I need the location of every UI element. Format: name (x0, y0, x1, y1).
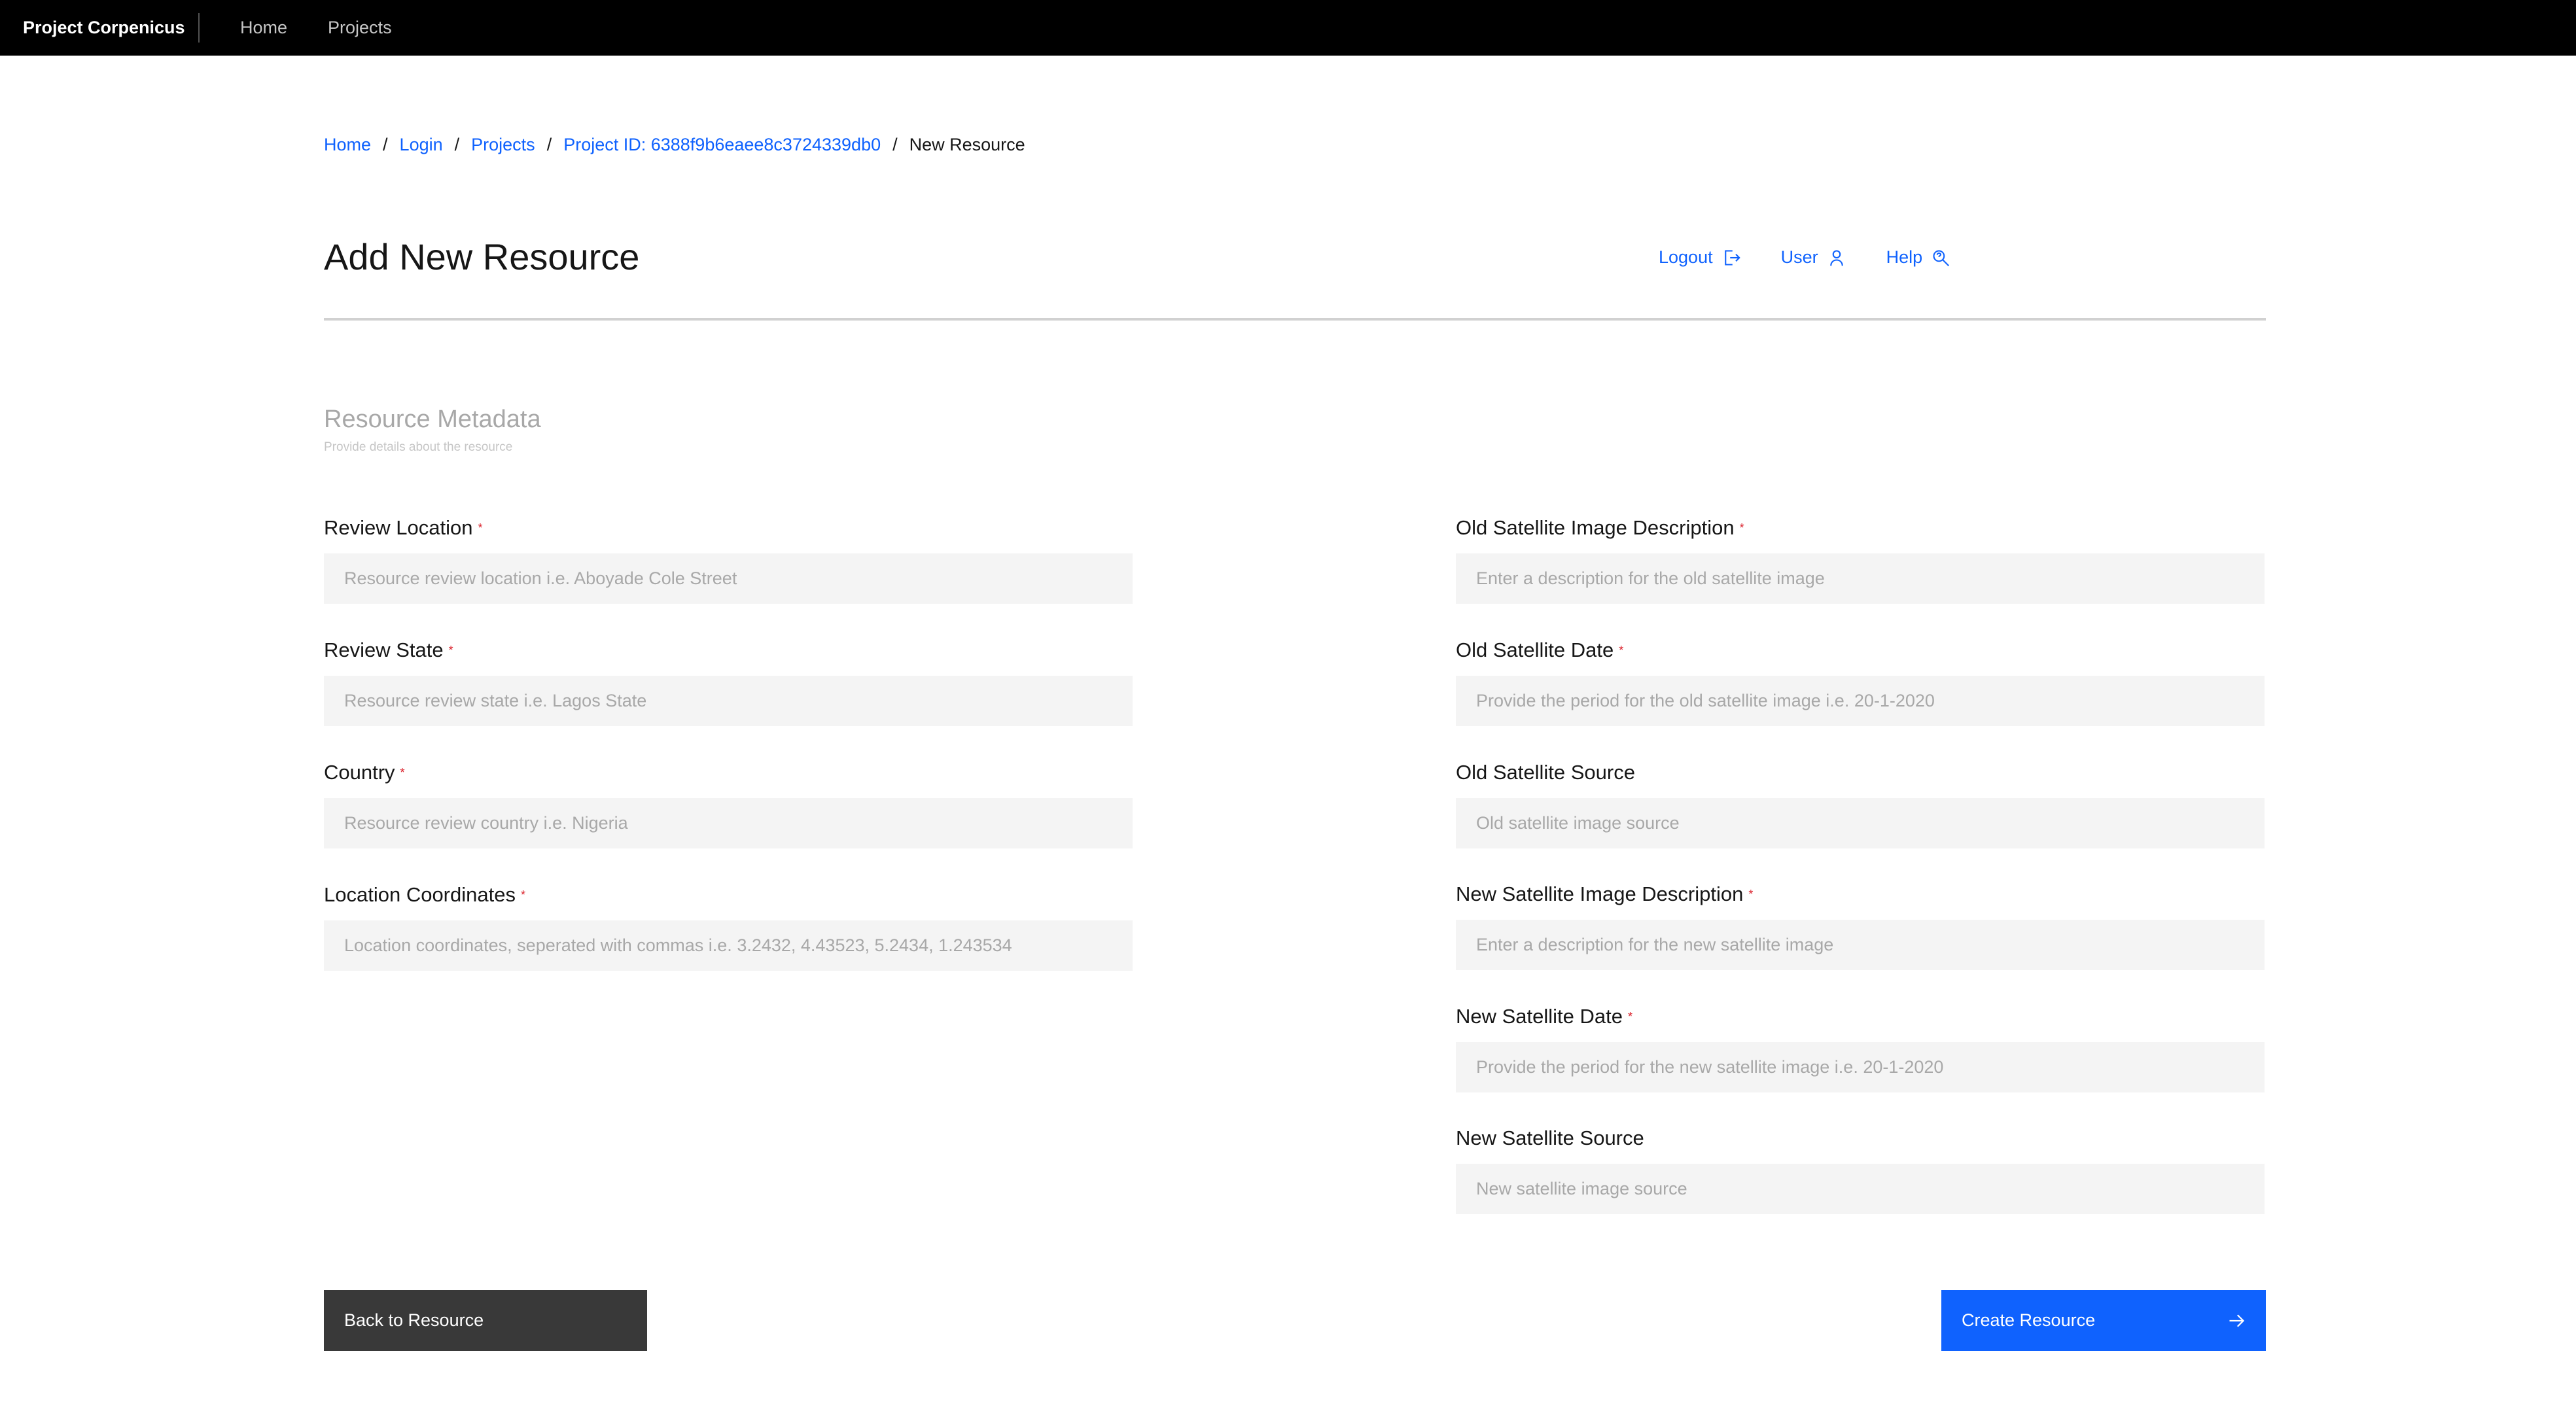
review-state-field: Review State * (324, 638, 1133, 726)
required-marker: * (448, 644, 453, 657)
brand-name[interactable]: Project Corpenicus (0, 13, 200, 43)
section-subtitle: Provide details about the resource (324, 440, 513, 454)
create-resource-label: Create Resource (1962, 1310, 2096, 1330)
new-satellite-description-label: New Satellite Image Description (1456, 882, 1744, 905)
old-satellite-date-input[interactable] (1456, 676, 2265, 726)
old-satellite-source-field: Old Satellite Source (1456, 760, 2265, 848)
user-label: User (1780, 247, 1818, 267)
user-link[interactable]: User (1781, 247, 1846, 268)
user-icon (1829, 249, 1843, 266)
location-coordinates-input[interactable] (324, 920, 1133, 971)
location-coordinates-label: Location Coordinates (324, 883, 516, 906)
arrow-right-icon (2229, 1314, 2245, 1327)
new-satellite-date-input[interactable] (1456, 1042, 2265, 1092)
help-link[interactable]: Help (1886, 247, 1950, 268)
required-marker: * (1619, 644, 1624, 657)
new-satellite-description-input[interactable] (1456, 920, 2265, 970)
header-links: Logout User Help (1659, 247, 1990, 268)
top-navigation-bar: Project Corpenicus Home Projects (0, 0, 2576, 56)
old-satellite-date-field: Old Satellite Date * (1456, 638, 2265, 726)
top-nav: Home Projects (240, 18, 432, 38)
review-location-field: Review Location * (324, 515, 1133, 604)
top-nav-home[interactable]: Home (240, 18, 287, 38)
new-satellite-source-field: New Satellite Source (1456, 1126, 2265, 1214)
breadcrumb-current: New Resource (909, 135, 1025, 154)
old-satellite-source-label: Old Satellite Source (1456, 761, 1635, 784)
section-title: Resource Metadata (324, 406, 541, 433)
breadcrumb: Home / Login / Projects / Project ID: 63… (324, 135, 1025, 155)
country-field: Country * (324, 760, 1133, 848)
new-satellite-date-label: New Satellite Date (1456, 1005, 1623, 1028)
help-label: Help (1886, 247, 1923, 267)
breadcrumb-separator: / (454, 135, 460, 154)
breadcrumb-separator: / (383, 135, 388, 154)
new-satellite-description-field: New Satellite Image Description * (1456, 882, 2265, 970)
back-to-resource-button[interactable]: Back to Resource (324, 1290, 647, 1351)
new-satellite-source-label: New Satellite Source (1456, 1126, 1644, 1149)
review-location-label: Review Location (324, 516, 473, 539)
top-nav-projects[interactable]: Projects (328, 18, 392, 38)
required-marker: * (400, 766, 405, 779)
back-to-resource-label: Back to Resource (344, 1310, 484, 1330)
old-satellite-description-label: Old Satellite Image Description (1456, 516, 1735, 539)
search-help-icon (1933, 249, 1950, 266)
old-satellite-description-input[interactable] (1456, 553, 2265, 604)
old-satellite-source-input[interactable] (1456, 798, 2265, 848)
review-location-input[interactable] (324, 553, 1133, 604)
breadcrumb-login[interactable]: Login (400, 135, 443, 155)
required-marker: * (1748, 888, 1754, 901)
create-resource-button[interactable]: Create Resource (1941, 1290, 2266, 1351)
breadcrumb-home[interactable]: Home (324, 135, 371, 155)
breadcrumb-projects[interactable]: Projects (471, 135, 535, 155)
new-satellite-source-input[interactable] (1456, 1164, 2265, 1214)
old-satellite-date-label: Old Satellite Date (1456, 638, 1614, 661)
logout-icon (1724, 249, 1740, 266)
required-marker: * (520, 888, 525, 901)
breadcrumb-separator: / (546, 135, 552, 154)
page-title: Add New Resource (324, 236, 640, 277)
new-satellite-date-field: New Satellite Date * (1456, 1004, 2265, 1092)
logout-link[interactable]: Logout (1659, 247, 1740, 268)
logout-label: Logout (1659, 247, 1713, 267)
required-marker: * (478, 521, 483, 534)
breadcrumb-separator: / (892, 135, 898, 154)
required-marker: * (1628, 1010, 1633, 1023)
location-coordinates-field: Location Coordinates * (324, 882, 1133, 971)
breadcrumb-project-id[interactable]: Project ID: 6388f9b6eaee8c3724339db0 (563, 135, 881, 155)
old-satellite-description-field: Old Satellite Image Description * (1456, 515, 2265, 604)
review-state-label: Review State (324, 638, 444, 661)
header-divider (324, 318, 2266, 321)
country-label: Country (324, 761, 395, 784)
review-state-input[interactable] (324, 676, 1133, 726)
required-marker: * (1739, 521, 1744, 534)
country-input[interactable] (324, 798, 1133, 848)
